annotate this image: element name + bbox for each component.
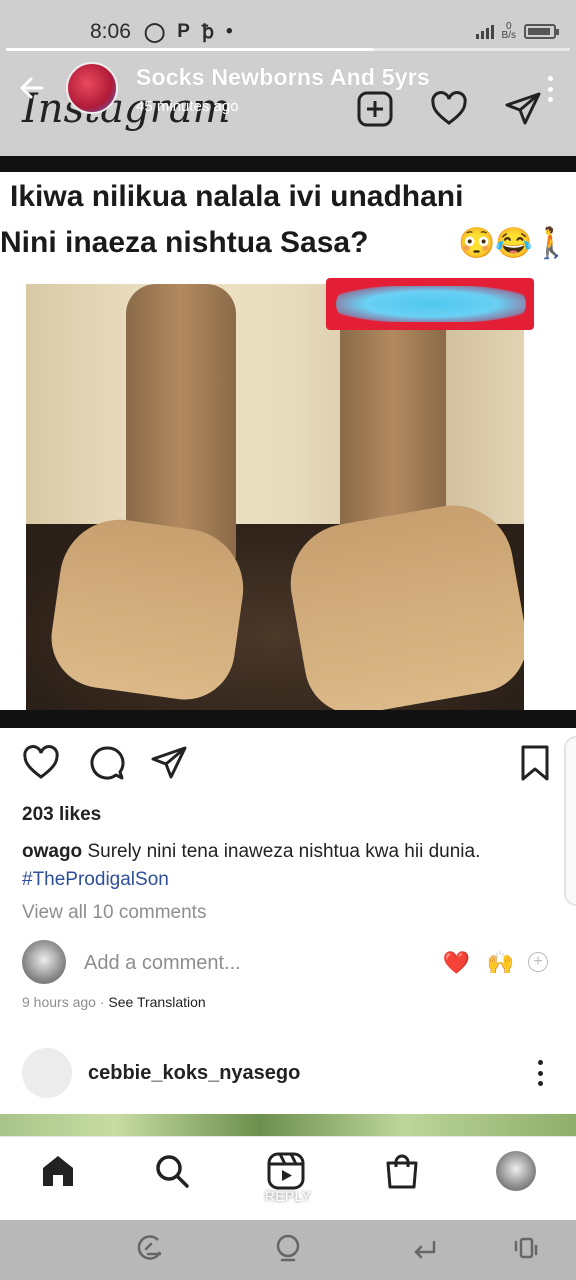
caption-username[interactable]: owago [22, 841, 82, 862]
like-heart-icon[interactable] [22, 744, 60, 782]
bookmark-icon[interactable] [516, 744, 554, 782]
status-right-icons: 0 B/s [475, 21, 559, 41]
next-post-header: cebbie_koks_nyasego [22, 1048, 554, 1098]
post-bottom-border [0, 710, 576, 728]
network-speed: 0 B/s [501, 21, 516, 41]
instagram-header-actions [356, 90, 542, 128]
quick-heart-emoji[interactable]: ❤️ [443, 950, 470, 976]
new-post-icon[interactable] [356, 90, 394, 128]
story-title[interactable]: Socks Newborns And 5yrs [136, 64, 430, 91]
dot-icon: • [226, 21, 233, 42]
like-count[interactable]: 203 likes [22, 804, 101, 826]
add-comment-input[interactable]: Add a comment... [84, 952, 241, 975]
next-post-avatar[interactable] [22, 1048, 72, 1098]
comment-icon[interactable] [88, 744, 126, 782]
next-post-image-preview [0, 1114, 576, 1136]
story-avatar[interactable] [66, 62, 118, 114]
caption-text: Surely nini tena inaweza nishtua kwa hii… [82, 841, 481, 862]
post-headline-line-1: Ikiwa nilikua nalala ivi unadhani [10, 180, 464, 213]
android-navigation-bar [0, 1220, 576, 1280]
next-post-username[interactable]: cebbie_koks_nyasego [88, 1062, 300, 1085]
story-header-area: 8:06 ◯ P ꝥ • 0 B/s Instagram Socks Newbo… [0, 0, 576, 156]
quick-clap-emoji[interactable]: 🙌 [487, 950, 514, 976]
left-foot [45, 512, 251, 706]
headline-emojis: 😳😂🚶 [457, 227, 570, 260]
post-caption: owago Surely nini tena inaweza nishtua k… [22, 838, 562, 894]
post-top-border [0, 156, 576, 172]
edge-panel-handle[interactable] [564, 736, 576, 906]
redaction-scribble [336, 286, 526, 322]
reply-label[interactable]: REPLY [0, 1188, 576, 1204]
post-timestamp: 9 hours ago [22, 994, 96, 1010]
add-comment-row: Add a comment... ❤️ 🙌 + [22, 940, 554, 984]
heart-icon[interactable] [430, 90, 468, 128]
post-meta: 9 hours ago · See Translation [22, 994, 206, 1010]
story-progress-bar [6, 48, 570, 51]
status-ring-icon: ◯ [144, 22, 166, 43]
story-more-icon[interactable] [548, 76, 554, 102]
back-arrow-icon[interactable] [16, 72, 48, 104]
post-action-row [22, 744, 552, 784]
screen: 8:06 ◯ P ꝥ • 0 B/s Instagram Socks Newbo… [0, 0, 576, 1280]
p-icon: P [177, 21, 190, 42]
rotate-icon[interactable] [510, 1232, 546, 1268]
status-time: 8:06 [90, 20, 131, 43]
direct-message-icon[interactable] [504, 90, 542, 128]
share-icon[interactable] [150, 744, 188, 782]
caption-hashtag[interactable]: #TheProdigalSon [22, 869, 169, 890]
next-post-more-icon[interactable] [538, 1060, 544, 1086]
status-notification-icons: ◯ P ꝥ • [144, 21, 233, 44]
more-emoji-icon[interactable]: + [528, 952, 548, 972]
signal-icon [475, 23, 494, 39]
assistant-icon[interactable] [134, 1232, 170, 1268]
instagram-bottom-nav [0, 1136, 576, 1220]
battery-icon [524, 23, 559, 39]
story-progress-fill [6, 48, 373, 51]
home-button-icon[interactable] [272, 1232, 308, 1268]
back-button-icon[interactable] [408, 1232, 444, 1268]
post-photo[interactable] [26, 284, 524, 710]
current-user-avatar [22, 940, 66, 984]
story-time-ago: 45 minutes ago [136, 98, 239, 115]
status-bar: 8:06 ◯ P ꝥ • 0 B/s [0, 14, 576, 50]
see-translation-link[interactable]: See Translation [108, 994, 205, 1010]
view-all-comments-link[interactable]: View all 10 comments [22, 902, 206, 924]
post-banner: Ikiwa nilikua nalala ivi unadhani Nini i… [0, 172, 576, 284]
hotspot-icon: ꝥ [201, 22, 215, 43]
